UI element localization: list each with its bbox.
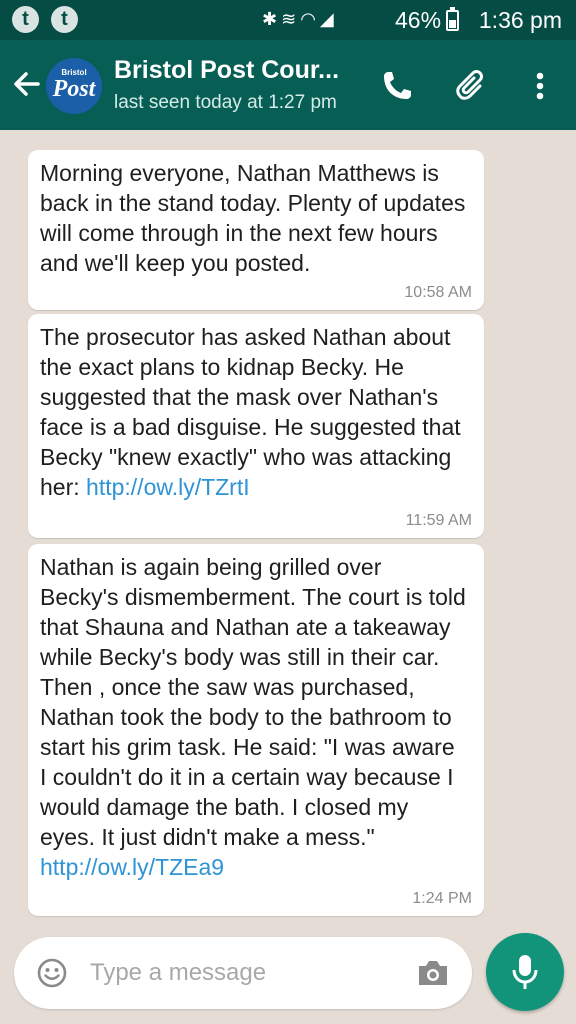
message-input[interactable] [90, 951, 390, 995]
message-body: Morning everyone, Nathan Matthews is bac… [40, 160, 466, 276]
phone-icon[interactable] [377, 66, 417, 106]
message-text: The prosecutor has asked Nathan about th… [40, 322, 472, 502]
mic-icon [512, 955, 538, 989]
chat-header: Bristol Post Bristol Post Cour... last s… [0, 40, 576, 130]
message-link[interactable]: http://ow.ly/TZrtI [86, 474, 250, 500]
paperclip-icon[interactable] [452, 66, 492, 106]
avatar[interactable]: Bristol Post [46, 58, 102, 114]
battery-icon [446, 7, 459, 31]
wifi-icon: ◠ [300, 9, 320, 29]
battery-percent: 46% [395, 7, 442, 33]
last-seen-status: last seen today at 1:27 pm [114, 92, 337, 113]
message-body: Nathan is again being grilled over Becky… [40, 554, 466, 850]
status-time: 1:36 pm [478, 7, 562, 33]
back-arrow-icon[interactable] [10, 64, 44, 104]
status-bar: t t ✱≋◠◢ 46% 1:36 pm [0, 0, 576, 40]
signal-icon: ◢ [319, 9, 338, 29]
emoji-icon[interactable] [36, 957, 68, 989]
chat-title[interactable]: Bristol Post Cour... [114, 56, 339, 85]
system-icons: ✱≋◠◢ [262, 9, 338, 30]
message-time: 10:58 AM [404, 284, 472, 301]
message-bubble[interactable]: Morning everyone, Nathan Matthews is bac… [28, 150, 484, 310]
notification-t-icon: t [12, 6, 39, 33]
mic-button[interactable] [486, 933, 564, 1011]
notification-t-icon: t [51, 6, 78, 33]
vibrate-icon: ≋ [281, 9, 301, 29]
message-bubble[interactable]: The prosecutor has asked Nathan about th… [28, 314, 484, 538]
message-composer [14, 937, 472, 1009]
avatar-big-text: Post [52, 76, 96, 102]
message-bubble[interactable]: Nathan is again being grilled over Becky… [28, 544, 484, 916]
battery-level-fill [449, 20, 456, 28]
message-link[interactable]: http://ow.ly/TZEa9 [40, 854, 224, 880]
message-text: Morning everyone, Nathan Matthews is bac… [40, 158, 472, 278]
bluetooth-icon: ✱ [262, 9, 282, 29]
message-time: 1:24 PM [412, 890, 472, 907]
more-vert-icon[interactable] [520, 66, 560, 106]
message-time: 11:59 AM [405, 512, 472, 529]
message-list[interactable]: Morning everyone, Nathan Matthews is bac… [0, 130, 576, 930]
message-text: Nathan is again being grilled over Becky… [40, 552, 472, 882]
camera-icon[interactable] [416, 957, 450, 989]
